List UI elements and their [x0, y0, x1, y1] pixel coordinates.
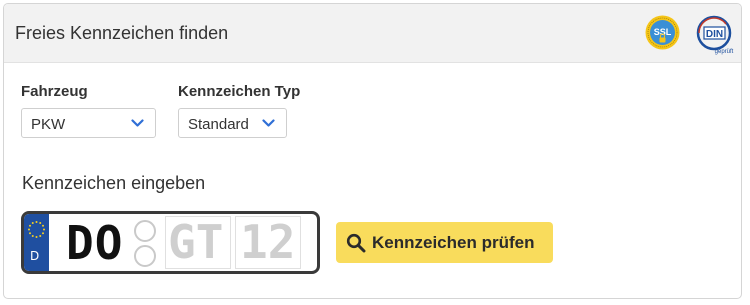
plate-digits-placeholder: 12 [240, 215, 296, 269]
plate-type-label: Kennzeichen Typ [178, 83, 301, 100]
din-badge-sub: geprüft [715, 49, 734, 55]
din-badge-label: DIN [706, 29, 723, 40]
check-plate-button[interactable]: Kennzeichen prüfen [336, 222, 553, 263]
plate-digits-field[interactable]: 12 [235, 216, 301, 269]
plate-city-code[interactable]: DO [66, 219, 123, 267]
ssl-badge-label: SSL [654, 27, 672, 37]
plate-search-card: Freies Kennzeichen finden SSL DIN geprüf… [3, 3, 742, 299]
plate-seal-top [134, 220, 156, 242]
vehicle-select[interactable]: PKW [21, 108, 156, 138]
din-certified-icon: DIN geprüft [696, 15, 734, 55]
ssl-seal-icon: SSL [645, 15, 680, 50]
license-plate-input[interactable]: D DO GT 12 [21, 211, 320, 274]
eu-strip: D [24, 214, 49, 271]
plate-type-select-value: Standard [188, 116, 249, 133]
chevron-down-icon [131, 119, 144, 127]
card-header: Freies Kennzeichen finden SSL DIN geprüf… [4, 4, 741, 63]
vehicle-label: Fahrzeug [21, 83, 88, 100]
plate-section-title: Kennzeichen eingeben [22, 173, 206, 193]
check-plate-button-label: Kennzeichen prüfen [372, 233, 535, 252]
eu-stars-icon [28, 221, 45, 238]
chevron-down-icon [262, 119, 275, 127]
plate-letters-placeholder: GT [168, 215, 224, 269]
page-title: Freies Kennzeichen finden [15, 23, 229, 43]
search-icon [346, 233, 366, 253]
vehicle-select-value: PKW [31, 116, 66, 133]
plate-seal-bottom [134, 245, 156, 267]
plate-type-select[interactable]: Standard [178, 108, 287, 138]
plate-country-code: D [30, 249, 40, 263]
plate-letters-field[interactable]: GT [165, 216, 231, 269]
